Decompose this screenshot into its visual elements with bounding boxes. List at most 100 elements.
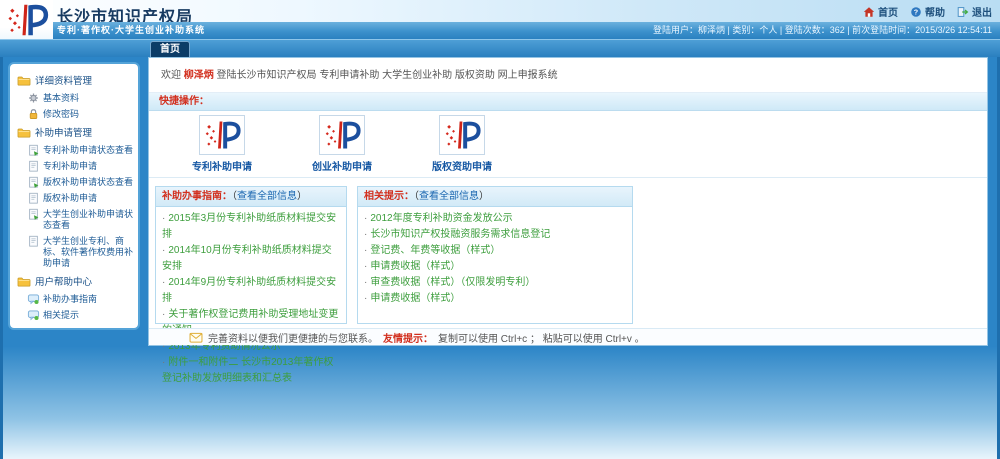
logo-icon	[439, 115, 485, 155]
list-item[interactable]: ·申请费收据（样式）	[364, 259, 626, 275]
quick-button-startup-subsidy[interactable]: 创业补助申请	[287, 115, 397, 173]
doc-icon	[27, 192, 40, 204]
note-tip-text: 复制可以使用 Ctrl+c ； 粘贴可以使用 Ctrl+v 。	[438, 330, 645, 345]
quick-ops-row: 专利补助申请 创业补助申请 版权资助申请	[149, 111, 987, 178]
section-label: 详细资料管理	[35, 73, 92, 87]
related-tips-box: 相关提示：（查看全部信息） ·2012年度专利补助资金发放公示 ·长沙市知识产权…	[357, 186, 633, 324]
logo-icon	[199, 115, 245, 155]
item-label: 大学生创业专利、商标、软件著作权费用补助申请	[43, 235, 133, 269]
box-title: 补助办事指南：	[162, 191, 232, 202]
list-item[interactable]: ·2014年9月份专利补助纸质材料提交安排	[162, 275, 340, 307]
view-all-link[interactable]: 查看全部信息	[419, 191, 479, 202]
sidebar-section-subsidy[interactable]: 补助申请管理	[13, 122, 135, 142]
doc-icon	[27, 235, 40, 247]
sidebar-item-basic-info[interactable]: 基本资料	[13, 90, 135, 106]
sidebar-item-related-tips[interactable]: 相关提示	[13, 307, 135, 323]
quick-button-label: 版权资助申请	[407, 158, 517, 173]
item-label: 专利补助申请状态查看	[43, 144, 133, 156]
item-label: 补助办事指南	[43, 293, 97, 305]
nav-logout-label: 退出	[972, 4, 992, 19]
sidebar-section-profile[interactable]: 详细资料管理	[13, 70, 135, 90]
main-panel: 欢迎 柳泽炳 登陆长沙市知识产权局 专利申请补助 大学生创业补助 版权资助 网上…	[148, 57, 988, 346]
subsidy-guide-box-header: 补助办事指南：（查看全部信息）	[156, 187, 346, 207]
sidebar: 详细资料管理 基本资料 修改密码 补助申请管理 专利补助申请状态查看 专利补助申…	[8, 62, 140, 330]
list-item[interactable]: ·2014年10月份专利补助纸质材料提交安排	[162, 243, 340, 275]
item-label: 版权补助申请状态查看	[43, 176, 133, 188]
sidebar-item-student-apply[interactable]: 大学生创业专利、商标、软件著作权费用补助申请	[13, 233, 135, 271]
welcome-prefix: 欢迎	[161, 70, 184, 81]
list-item[interactable]: ·申请费收据（样式）	[364, 291, 626, 307]
welcome-username: 柳泽炳	[184, 70, 214, 81]
tab-home-label: 首页	[160, 44, 180, 55]
site-logo	[0, 0, 53, 39]
chat-icon	[27, 293, 40, 305]
logo-icon	[319, 115, 365, 155]
subsidy-guide-list: ·2015年3月份专利补助纸质材料提交安排 ·2014年10月份专利补助纸质材料…	[156, 207, 346, 391]
view-all-link[interactable]: 查看全部信息	[237, 191, 297, 202]
mail-icon	[189, 332, 203, 343]
nav-help-label: 帮助	[925, 4, 945, 19]
box-title: 相关提示：	[364, 191, 414, 202]
nav-help[interactable]: 帮助	[910, 4, 945, 19]
tab-bar: 首页	[0, 39, 1000, 57]
item-label: 相关提示	[43, 309, 79, 321]
tab-home[interactable]: 首页	[150, 41, 190, 57]
list-item[interactable]: ·2012年度专利补助资金发放公示	[364, 211, 626, 227]
site-subtitle: 专利·著作权·大学生创业补助系统	[57, 22, 205, 39]
note-text: 完善资料以便我们更便捷的与您联系。	[208, 330, 378, 345]
quick-button-patent-subsidy[interactable]: 专利补助申请	[167, 115, 277, 173]
quick-button-label: 专利补助申请	[167, 158, 277, 173]
info-lists-row: 补助办事指南：（查看全部信息） ·2015年3月份专利补助纸质材料提交安排 ·2…	[149, 178, 987, 328]
nav-home[interactable]: 首页	[863, 4, 898, 19]
note-tip-label: 友情提示：	[383, 330, 433, 345]
quick-button-copyright-funding[interactable]: 版权资助申请	[407, 115, 517, 173]
content-area: 详细资料管理 基本资料 修改密码 补助申请管理 专利补助申请状态查看 专利补助申…	[0, 57, 1000, 459]
quick-button-label: 创业补助申请	[287, 158, 397, 173]
chat-icon	[27, 309, 40, 321]
folder-icon	[17, 126, 31, 139]
folder-icon	[17, 74, 31, 87]
logout-icon	[957, 6, 969, 18]
item-label: 专利补助申请	[43, 160, 97, 172]
sidebar-item-subsidy-guide[interactable]: 补助办事指南	[13, 291, 135, 307]
list-item[interactable]: ·长沙市知识产权投融资服务需求信息登记	[364, 227, 626, 243]
doc-icon	[27, 160, 40, 172]
item-label: 修改密码	[43, 108, 79, 120]
sidebar-section-help[interactable]: 用户帮助中心	[13, 271, 135, 291]
related-tips-list: ·2012年度专利补助资金发放公示 ·长沙市知识产权投融资服务需求信息登记 ·登…	[358, 207, 632, 311]
doc-status-icon	[27, 208, 40, 220]
sidebar-item-copyright-status[interactable]: 版权补助申请状态查看	[13, 174, 135, 190]
home-icon	[863, 6, 875, 18]
section-label: 补助申请管理	[35, 125, 92, 139]
list-item[interactable]: ·审查费收据（样式）（仅限发明专利）	[364, 275, 626, 291]
top-nav: 首页 帮助 退出	[863, 4, 992, 19]
sidebar-item-patent-apply[interactable]: 专利补助申请	[13, 158, 135, 174]
welcome-suffix: 登陆长沙市知识产权局 专利申请补助 大学生创业补助 版权资助 网上申报系统	[214, 70, 558, 81]
quick-ops-title: 快捷操作：	[159, 96, 209, 107]
item-label: 版权补助申请	[43, 192, 97, 204]
user-info: 登陆用户：柳泽炳 | 类别：个人 | 登陆次数：362 | 前次登陆时间：201…	[653, 22, 992, 39]
list-item[interactable]: ·附件一和附件二 长沙市2013年著作权登记补助发放明细表和汇总表	[162, 355, 340, 387]
folder-icon	[17, 275, 31, 288]
related-tips-box-header: 相关提示：（查看全部信息）	[358, 187, 632, 207]
sidebar-item-student-status[interactable]: 大学生创业补助申请状态查看	[13, 206, 135, 233]
sidebar-item-copyright-apply[interactable]: 版权补助申请	[13, 190, 135, 206]
section-label: 用户帮助中心	[35, 274, 92, 288]
doc-status-icon	[27, 144, 40, 156]
header-band: 专利·著作权·大学生创业补助系统 登陆用户：柳泽炳 | 类别：个人 | 登陆次数…	[0, 22, 1000, 39]
nav-logout[interactable]: 退出	[957, 4, 992, 19]
nav-home-label: 首页	[878, 4, 898, 19]
welcome-message: 欢迎 柳泽炳 登陆长沙市知识产权局 专利申请补助 大学生创业补助 版权资助 网上…	[149, 58, 987, 93]
header: 长沙市知识产权局 首页 帮助 退出	[0, 0, 1000, 22]
footer-note: 完善资料以便我们更便捷的与您联系。 友情提示： 复制可以使用 Ctrl+c ； …	[149, 328, 987, 345]
sidebar-item-change-password[interactable]: 修改密码	[13, 106, 135, 122]
item-label: 基本资料	[43, 92, 79, 104]
gear-icon	[27, 92, 40, 104]
logo-icon	[4, 2, 50, 38]
list-item[interactable]: ·登记费、年费等收据（样式）	[364, 243, 626, 259]
doc-status-icon	[27, 176, 40, 188]
quick-ops-header: 快捷操作：	[149, 93, 987, 111]
sidebar-item-patent-status[interactable]: 专利补助申请状态查看	[13, 142, 135, 158]
subsidy-guide-box: 补助办事指南：（查看全部信息） ·2015年3月份专利补助纸质材料提交安排 ·2…	[155, 186, 347, 324]
list-item[interactable]: ·2015年3月份专利补助纸质材料提交安排	[162, 211, 340, 243]
